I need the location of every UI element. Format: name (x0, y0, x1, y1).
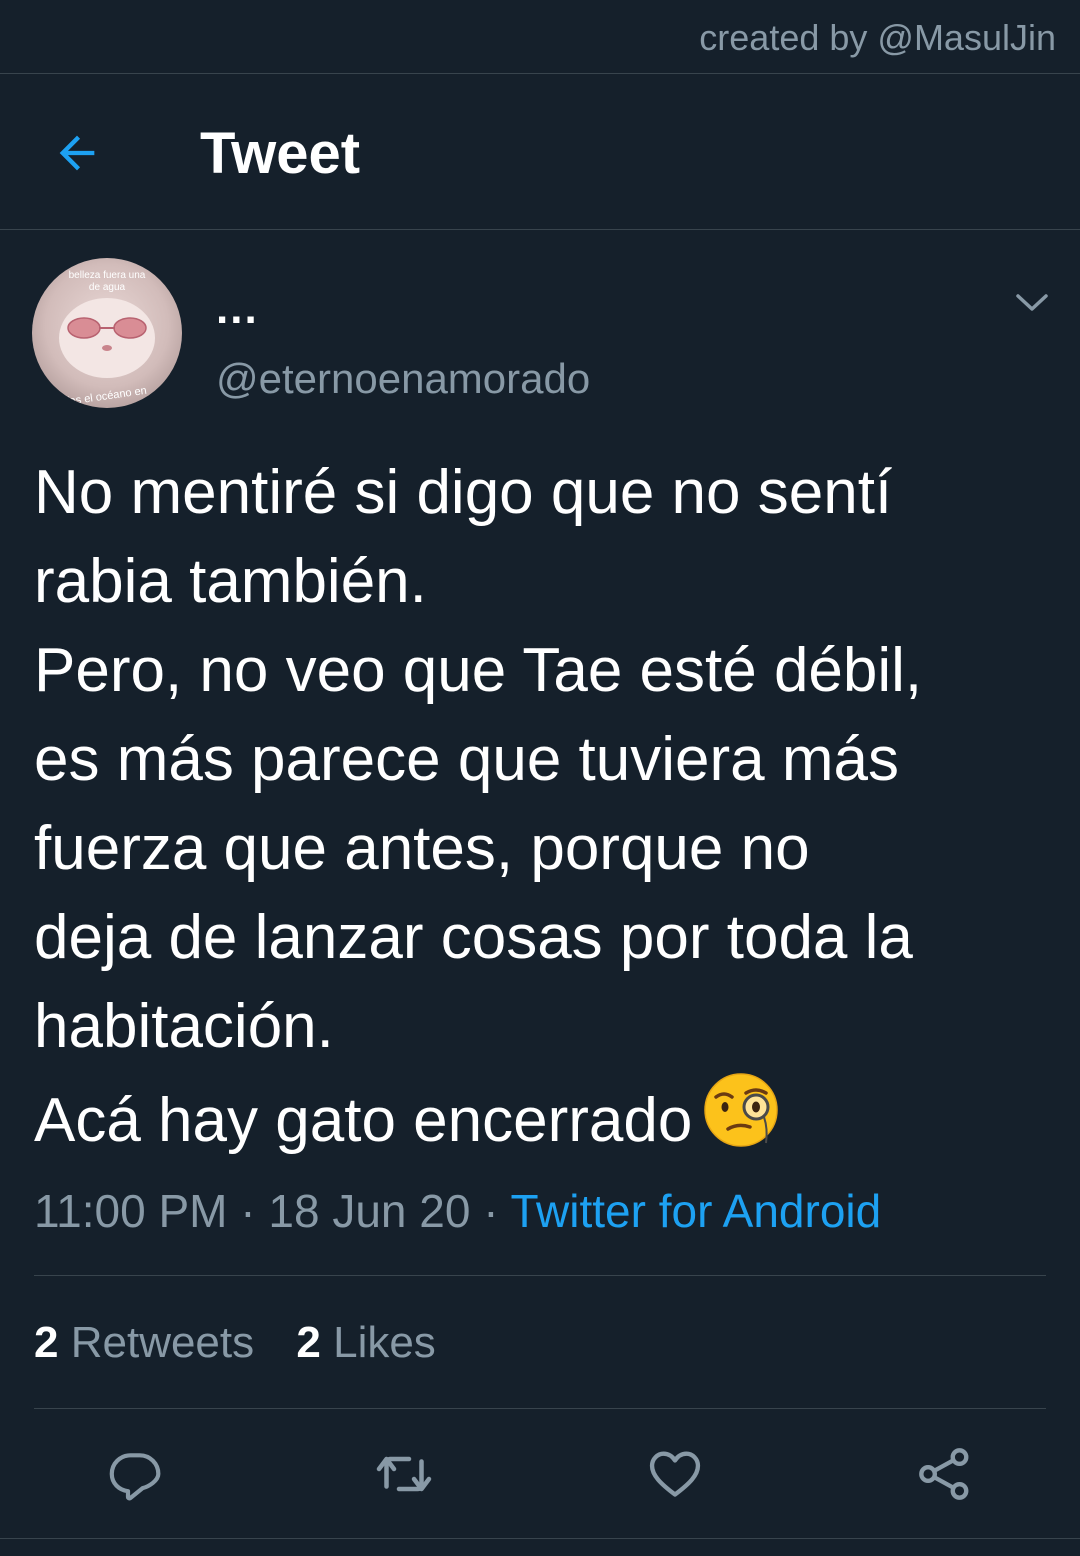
meta-separator: · (240, 1185, 256, 1237)
tweet-line: deja de lanzar cosas por toda la (34, 903, 913, 972)
tweet-source-link[interactable]: Twitter for Android (511, 1185, 882, 1237)
reply-button[interactable] (103, 1442, 167, 1506)
page-title: Tweet (200, 121, 361, 186)
header: Tweet (0, 74, 1080, 230)
like-icon (649, 1451, 701, 1497)
tweet-line: es más parece que tuviera más (34, 725, 899, 794)
tweet-line-last: Acá hay gato encerrado (34, 1071, 1044, 1173)
user-handle[interactable]: @eternoenamorado (216, 354, 590, 404)
tweet-time: 11:00 PM (34, 1185, 228, 1237)
retweet-label: Retweets (70, 1318, 255, 1367)
svg-text:de agua: de agua (89, 282, 126, 293)
likes-stat[interactable]: 2 Likes (296, 1318, 435, 1368)
action-bar (0, 1410, 1080, 1536)
like-button[interactable] (643, 1442, 707, 1506)
tweet-meta: 11:00 PM · 18 Jun 20 · Twitter for Andro… (34, 1184, 881, 1238)
tweet-line: habitación. (34, 992, 334, 1061)
chevron-down-icon (1016, 294, 1048, 311)
retweet-button[interactable] (372, 1442, 436, 1506)
retweet-icon (376, 1456, 432, 1492)
tweet-line: No mentiré si digo que no sentí (34, 458, 893, 527)
tweet-line: fuerza que antes, porque no (34, 814, 810, 883)
tweet-line: rabia también. (34, 547, 427, 616)
svg-text:belleza fuera una: belleza fuera una (69, 270, 146, 281)
tweet-stats: 2 Retweets 2 Likes (34, 1318, 466, 1368)
like-label: Likes (333, 1318, 436, 1367)
reply-icon (109, 1453, 161, 1501)
tweet-line: Pero, no veo que Tae esté débil, (34, 636, 923, 705)
back-button[interactable] (44, 120, 110, 186)
divider (34, 1275, 1046, 1276)
face-with-monocle-icon (702, 1071, 780, 1173)
share-icon (919, 1448, 969, 1500)
share-button[interactable] (913, 1442, 977, 1506)
retweets-stat[interactable]: 2 Retweets (34, 1318, 254, 1368)
arrow-left-icon (59, 135, 95, 171)
divider (0, 1538, 1080, 1539)
meta-separator: · (483, 1185, 499, 1237)
retweet-count: 2 (34, 1318, 59, 1367)
like-count: 2 (296, 1318, 321, 1367)
divider (34, 1408, 1046, 1409)
tweet-text: No mentiré si digo que no sentí rabia ta… (34, 448, 1044, 1173)
more-options-button[interactable] (1012, 282, 1052, 322)
svg-text:erías el océano en: erías el océano en (56, 385, 147, 408)
display-name[interactable]: ... (216, 284, 259, 334)
tweet-date: 18 Jun 20 (268, 1185, 471, 1237)
watermark-text: created by @MasulJin (699, 17, 1056, 58)
tweet-line-text: Acá hay gato encerrado (34, 1086, 693, 1155)
avatar[interactable]: belleza fuera una de agua erías el océan… (32, 258, 182, 408)
watermark-bar: created by @MasulJin (0, 0, 1080, 74)
